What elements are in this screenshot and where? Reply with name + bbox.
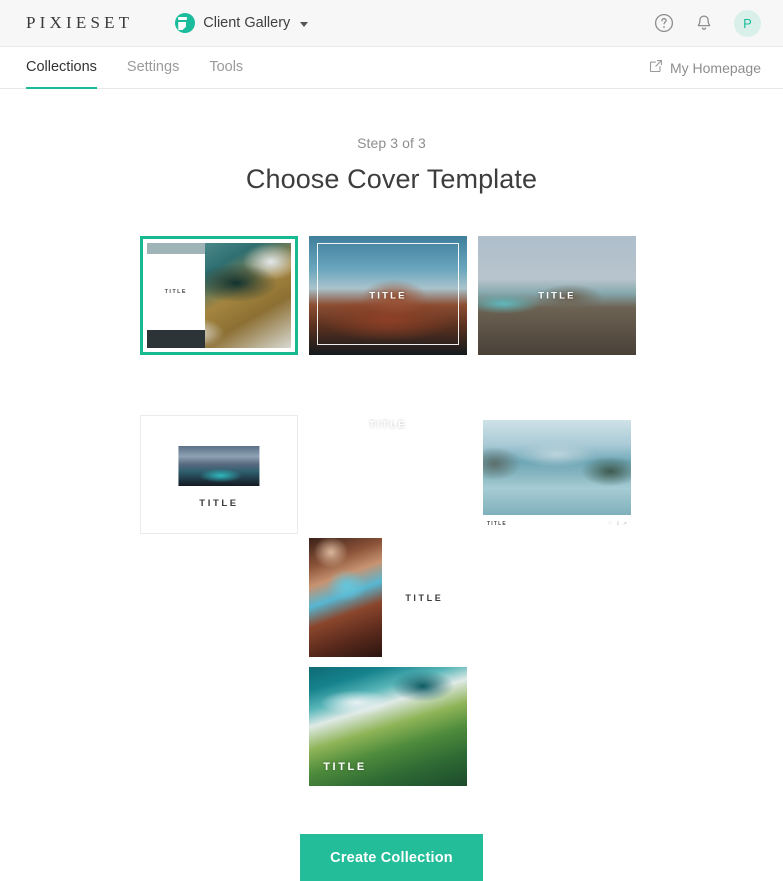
- chevron-down-icon: [300, 21, 309, 27]
- external-link-icon: [649, 59, 663, 76]
- cover-photo-image: [483, 420, 631, 515]
- template-option-4[interactable]: TITLE: [309, 365, 467, 484]
- cover-title-text: TITLE: [369, 290, 407, 301]
- tab-collections[interactable]: Collections: [26, 47, 97, 89]
- template-2-preview: TITLE: [309, 236, 467, 355]
- pixieset-logo[interactable]: PIXIESET: [26, 13, 133, 33]
- template-option-2[interactable]: TITLE: [309, 236, 467, 355]
- share-icon: ↗: [622, 520, 627, 527]
- template-option-1[interactable]: TITLE: [140, 236, 298, 355]
- title-panel: TITLE: [147, 253, 205, 331]
- cover-photo-image: [309, 538, 382, 657]
- template-option-6[interactable]: TITLE: [309, 538, 467, 657]
- row-gap-spacer: [478, 365, 636, 405]
- cover-title-text: TITLE: [323, 760, 367, 773]
- workspace-switcher[interactable]: Client Gallery: [175, 13, 309, 33]
- row-gap-spacer: [309, 494, 467, 528]
- cover-title-text: TITLE: [405, 592, 444, 603]
- cover-action-icons: ♡ ⇩ ↗: [608, 520, 627, 527]
- nav-bar: Collections Settings Tools My Homepage: [0, 47, 783, 89]
- pixieset-logo-icon: [175, 13, 196, 33]
- tab-settings[interactable]: Settings: [127, 47, 179, 88]
- cover-photo-image: [178, 446, 260, 487]
- template-1-preview: TITLE: [147, 243, 291, 348]
- heart-icon: ♡: [608, 520, 613, 527]
- template-3-preview: TITLE: [478, 236, 636, 355]
- template-4-preview: TITLE: [316, 372, 460, 477]
- avatar[interactable]: P: [734, 9, 761, 37]
- my-homepage-link[interactable]: My Homepage: [649, 47, 761, 88]
- row-gap-spacer: [140, 365, 298, 405]
- template-option-7[interactable]: TITLE ♡ ⇩ ↗: [478, 415, 636, 534]
- page-title: Choose Cover Template: [245, 164, 538, 194]
- top-bar-actions: P: [654, 9, 761, 37]
- panel-bottom-bar: [147, 330, 205, 348]
- step-indicator: Step 3 of 3: [357, 135, 426, 151]
- template-column-1: TITLE TITLE: [140, 236, 298, 786]
- workspace-name: Client Gallery: [203, 15, 291, 31]
- cover-title-text: TITLE: [199, 497, 239, 509]
- cover-bottom-bar: TITLE ♡ ⇩ ↗: [483, 514, 631, 534]
- help-circle-icon[interactable]: [654, 13, 674, 33]
- tab-tools[interactable]: Tools: [209, 47, 243, 88]
- panel-top-strip: [147, 243, 205, 254]
- main-content: Step 3 of 3 Choose Cover Template TITLE: [0, 89, 783, 881]
- template-option-8[interactable]: TITLE: [309, 667, 467, 786]
- template-8-preview: TITLE: [309, 667, 467, 786]
- my-homepage-label: My Homepage: [669, 59, 761, 76]
- footer-actions: Create Collection: [300, 834, 483, 881]
- cover-title-text: TITLE: [369, 419, 407, 430]
- template-column-2: TITLE TITLE TITLE TITLE: [309, 236, 467, 786]
- cover-title-text: TITLE: [487, 521, 507, 528]
- bell-icon[interactable]: [694, 13, 714, 33]
- template-column-3: TITLE TITLE ♡ ⇩ ↗: [478, 236, 636, 786]
- create-collection-button[interactable]: Create Collection: [300, 834, 483, 881]
- template-5-preview: TITLE: [141, 416, 297, 533]
- template-option-3[interactable]: TITLE: [478, 236, 636, 355]
- template-option-5[interactable]: TITLE: [140, 415, 298, 534]
- title-panel: TITLE: [382, 538, 467, 657]
- cover-title-text: TITLE: [164, 288, 187, 295]
- download-icon: ⇩: [615, 520, 620, 527]
- top-bar: PIXIESET Client Gallery P: [0, 0, 783, 47]
- cover-title-text: TITLE: [538, 290, 576, 301]
- template-grid: TITLE TITLE TITLE TITLE TITLE TITLE TITL…: [140, 236, 643, 786]
